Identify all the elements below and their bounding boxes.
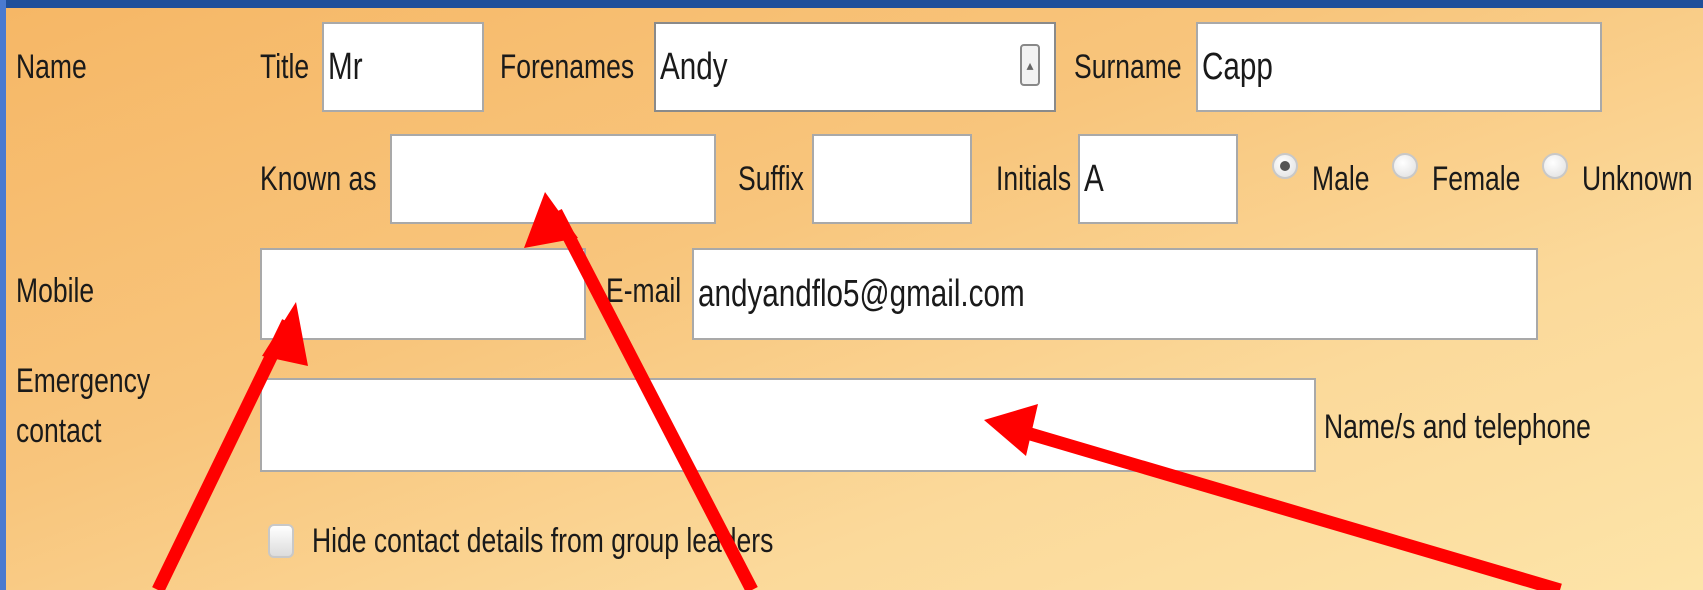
surname-input[interactable]: Capp — [1196, 22, 1602, 112]
gender-unknown-radio[interactable] — [1542, 153, 1568, 179]
forenames-input[interactable]: Andy ▴ — [654, 22, 1056, 112]
gender-female-label[interactable]: Female — [1432, 160, 1520, 198]
personal-details-form: Name Title Mr Forenames Andy ▴ Surname C… — [6, 8, 1703, 590]
gender-male-radio[interactable] — [1272, 153, 1298, 179]
emergency-contact-input[interactable] — [260, 378, 1316, 472]
emergency-contact-label-line1: Emergency — [16, 362, 151, 400]
known-as-input[interactable] — [390, 134, 716, 224]
hide-contact-label[interactable]: Hide contact details from group leaders — [312, 522, 773, 560]
initials-input[interactable]: A — [1078, 134, 1238, 224]
forenames-label: Forenames — [500, 48, 635, 86]
spell-check-icon[interactable]: ▴ — [1020, 44, 1040, 86]
emergency-contact-label-line2: contact — [16, 412, 102, 450]
gender-female-radio[interactable] — [1392, 153, 1418, 179]
title-input[interactable]: Mr — [322, 22, 484, 112]
emergency-contact-hint: Name/s and telephone — [1324, 408, 1591, 446]
email-label: E-mail — [606, 272, 682, 310]
title-label: Title — [260, 48, 310, 86]
known-as-label: Known as — [260, 160, 377, 198]
name-section-label: Name — [16, 48, 87, 86]
suffix-label: Suffix — [738, 160, 804, 198]
gender-unknown-label[interactable]: Unknown — [1582, 160, 1693, 198]
suffix-input[interactable] — [812, 134, 972, 224]
gender-male-label[interactable]: Male — [1312, 160, 1369, 198]
window-top-bar — [0, 0, 1703, 8]
mobile-input[interactable] — [260, 248, 586, 340]
hide-contact-checkbox[interactable] — [268, 524, 294, 558]
email-input[interactable]: andyandflo5@gmail.com — [692, 248, 1538, 340]
mobile-label: Mobile — [16, 272, 95, 310]
surname-label: Surname — [1074, 48, 1182, 86]
initials-label: Initials — [996, 160, 1072, 198]
